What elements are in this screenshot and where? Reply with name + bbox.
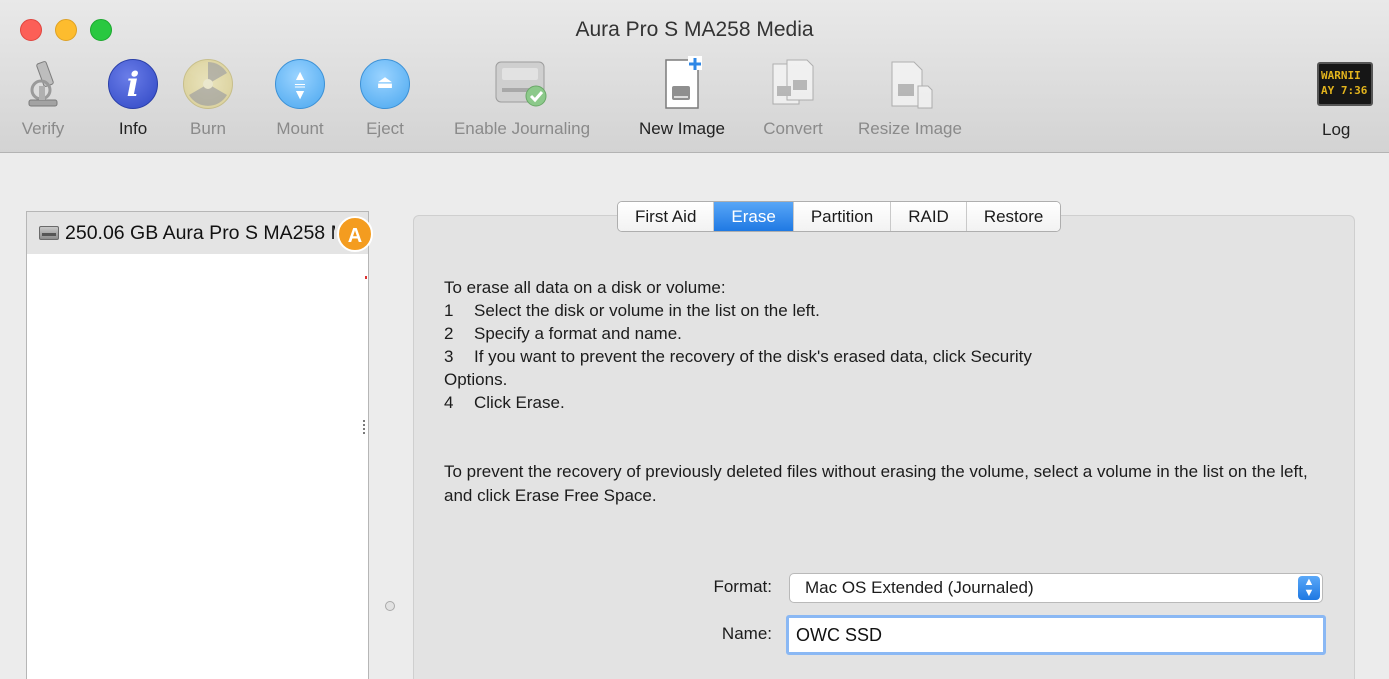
step-number: 4 bbox=[444, 393, 454, 412]
resize-image-button[interactable]: Resize Image bbox=[845, 56, 975, 146]
burn-radiation-icon bbox=[180, 56, 236, 112]
instruction-step: 1 Select the disk or volume in the list o… bbox=[444, 299, 1032, 322]
chevron-up-down-icon: ▲ ▼ bbox=[1298, 576, 1320, 600]
burn-button[interactable]: Burn bbox=[178, 56, 238, 146]
splitter-handle[interactable] bbox=[363, 420, 367, 434]
info-label: Info bbox=[118, 119, 148, 138]
new-image-label: New Image bbox=[639, 119, 725, 138]
callout-badge: A bbox=[337, 216, 373, 252]
format-select[interactable]: Mac OS Extended (Journaled) ▲ ▼ bbox=[789, 573, 1323, 603]
mount-button[interactable]: ▲ ═ ▼ Mount bbox=[265, 56, 335, 146]
tab-bar: First Aid Erase Partition RAID Restore bbox=[617, 201, 1062, 232]
resize-image-icon bbox=[882, 56, 938, 112]
instruction-step: 2 Specify a format and name. bbox=[444, 322, 1032, 345]
sidebar-marker bbox=[365, 276, 367, 279]
info-icon: i bbox=[105, 56, 161, 112]
burn-label: Burn bbox=[190, 119, 226, 138]
step-text: Specify a format and name. bbox=[474, 324, 682, 343]
log-label[interactable]: Log bbox=[1322, 120, 1350, 140]
erase-free-space-note: To prevent the recovery of previously de… bbox=[444, 462, 1308, 505]
hard-drive-icon bbox=[38, 224, 60, 242]
step-text: If you want to prevent the recovery of t… bbox=[474, 347, 1032, 366]
microscope-icon bbox=[15, 56, 71, 112]
eject-label: Eject bbox=[366, 119, 404, 138]
tab-restore[interactable]: Restore bbox=[966, 202, 1061, 231]
step-text: Select the disk or volume in the list on… bbox=[474, 301, 820, 320]
verify-label: Verify bbox=[21, 119, 65, 138]
enable-journaling-label: Enable Journaling bbox=[453, 119, 591, 138]
instructions-intro: To erase all data on a disk or volume: bbox=[444, 278, 726, 297]
disk-list-item-label: 250.06 GB Aura Pro S MA258 Media bbox=[65, 221, 335, 244]
name-label: Name: bbox=[721, 624, 772, 643]
instruction-step: 4 Click Erase. bbox=[444, 391, 1032, 414]
tab-erase[interactable]: Erase bbox=[714, 202, 794, 231]
resize-handle[interactable] bbox=[385, 601, 395, 611]
convert-label: Convert bbox=[763, 119, 823, 138]
info-button[interactable]: i Info bbox=[105, 56, 161, 146]
window-title: Aura Pro S MA258 Media bbox=[575, 18, 814, 41]
format-label: Format: bbox=[713, 577, 772, 596]
mount-label: Mount bbox=[276, 119, 324, 138]
disk-list-item[interactable]: 250.06 GB Aura Pro S MA258 Media bbox=[27, 212, 368, 254]
window-toolbar: Aura Pro S MA258 Media Verify i Info Bur… bbox=[0, 0, 1389, 153]
log-console-icon[interactable]: WARNII AY 7:36 bbox=[1317, 62, 1373, 106]
step-text: Click Erase. bbox=[474, 393, 565, 412]
disk-checkmark-icon bbox=[490, 56, 554, 112]
eject-button[interactable]: ⏏ Eject bbox=[355, 56, 415, 146]
format-select-value: Mac OS Extended (Journaled) bbox=[805, 578, 1034, 597]
eject-icon: ⏏ bbox=[357, 56, 413, 112]
step-text: Options. bbox=[444, 370, 508, 389]
disk-list-sidebar: 250.06 GB Aura Pro S MA258 Media bbox=[26, 211, 369, 679]
tab-raid[interactable]: RAID bbox=[891, 202, 967, 231]
instruction-step-continuation: Options. bbox=[444, 368, 1032, 391]
new-image-button[interactable]: New Image bbox=[626, 56, 738, 146]
convert-button[interactable]: Convert bbox=[750, 56, 836, 146]
step-number: 2 bbox=[444, 324, 454, 343]
log-screen-line-2: AY 7:36 bbox=[1321, 84, 1368, 97]
resize-image-label: Resize Image bbox=[858, 119, 962, 138]
erase-instructions: To erase all data on a disk or volume: 1… bbox=[444, 276, 1032, 414]
name-field[interactable]: OWC SSD bbox=[786, 615, 1326, 655]
mount-icon: ▲ ═ ▼ bbox=[272, 56, 328, 112]
step-number: 1 bbox=[444, 301, 454, 320]
log-screen-line-1: WARNII bbox=[1321, 69, 1361, 82]
new-image-icon bbox=[654, 56, 710, 112]
tab-first-aid[interactable]: First Aid bbox=[618, 202, 715, 231]
enable-journaling-button[interactable]: Enable Journaling bbox=[432, 56, 612, 146]
instruction-step: 3 If you want to prevent the recovery of … bbox=[444, 345, 1032, 368]
verify-button[interactable]: Verify bbox=[8, 56, 78, 146]
step-number: 3 bbox=[444, 347, 454, 366]
convert-image-icon bbox=[765, 56, 821, 112]
tab-partition[interactable]: Partition bbox=[793, 202, 892, 231]
